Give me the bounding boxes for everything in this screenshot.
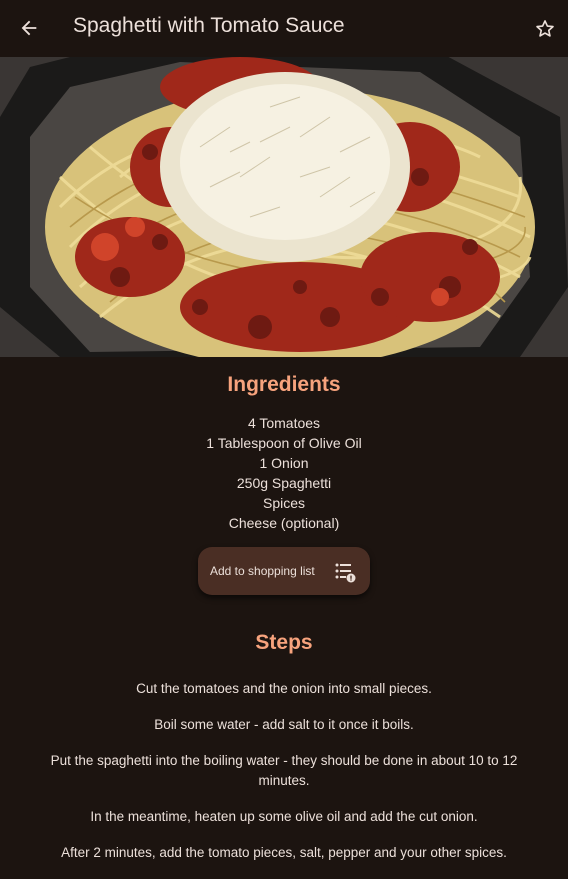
step-item: In the meantime, heaten up some olive oi…	[90, 809, 478, 824]
ingredient-item: 4 Tomatoes	[247, 415, 321, 431]
recipe-image	[0, 57, 568, 357]
star-outline-icon	[536, 20, 554, 37]
ingredients-list: 4 Tomatoes 1 Tablespoon of Olive Oil 1 O…	[0, 413, 568, 533]
ingredient-item: 1 Onion	[259, 455, 309, 471]
back-button[interactable]	[15, 14, 43, 42]
ingredient-item: Cheese (optional)	[228, 515, 340, 531]
ingredients-heading: Ingredients	[227, 373, 341, 396]
ingredient-item: 250g Spaghetti	[236, 475, 332, 491]
favorite-button[interactable]	[532, 16, 558, 42]
playlist-add-icon	[335, 563, 356, 583]
app-bar: Spaghetti with Tomato Sauce	[0, 0, 568, 57]
step-item: Put the spaghetti into the boiling water…	[50, 753, 518, 788]
step-item: Cut the tomatoes and the onion into smal…	[136, 681, 432, 696]
arrow-left-icon	[21, 20, 37, 36]
add-to-shopping-list-label: Add to shopping list	[210, 564, 315, 578]
ingredient-item: 1 Tablespoon of Olive Oil	[206, 435, 362, 451]
step-item: Boil some water - add salt to it once it…	[154, 717, 414, 732]
step-item: After 2 minutes, add the tomato pieces, …	[61, 845, 507, 860]
ingredient-item: Spices	[262, 495, 306, 511]
page-title: Spaghetti with Tomato Sauce	[73, 14, 345, 37]
steps-heading: Steps	[255, 631, 313, 654]
add-to-shopping-list-button[interactable]: Add to shopping list	[198, 547, 370, 595]
steps-list: Cut the tomatoes and the onion into smal…	[30, 679, 538, 879]
